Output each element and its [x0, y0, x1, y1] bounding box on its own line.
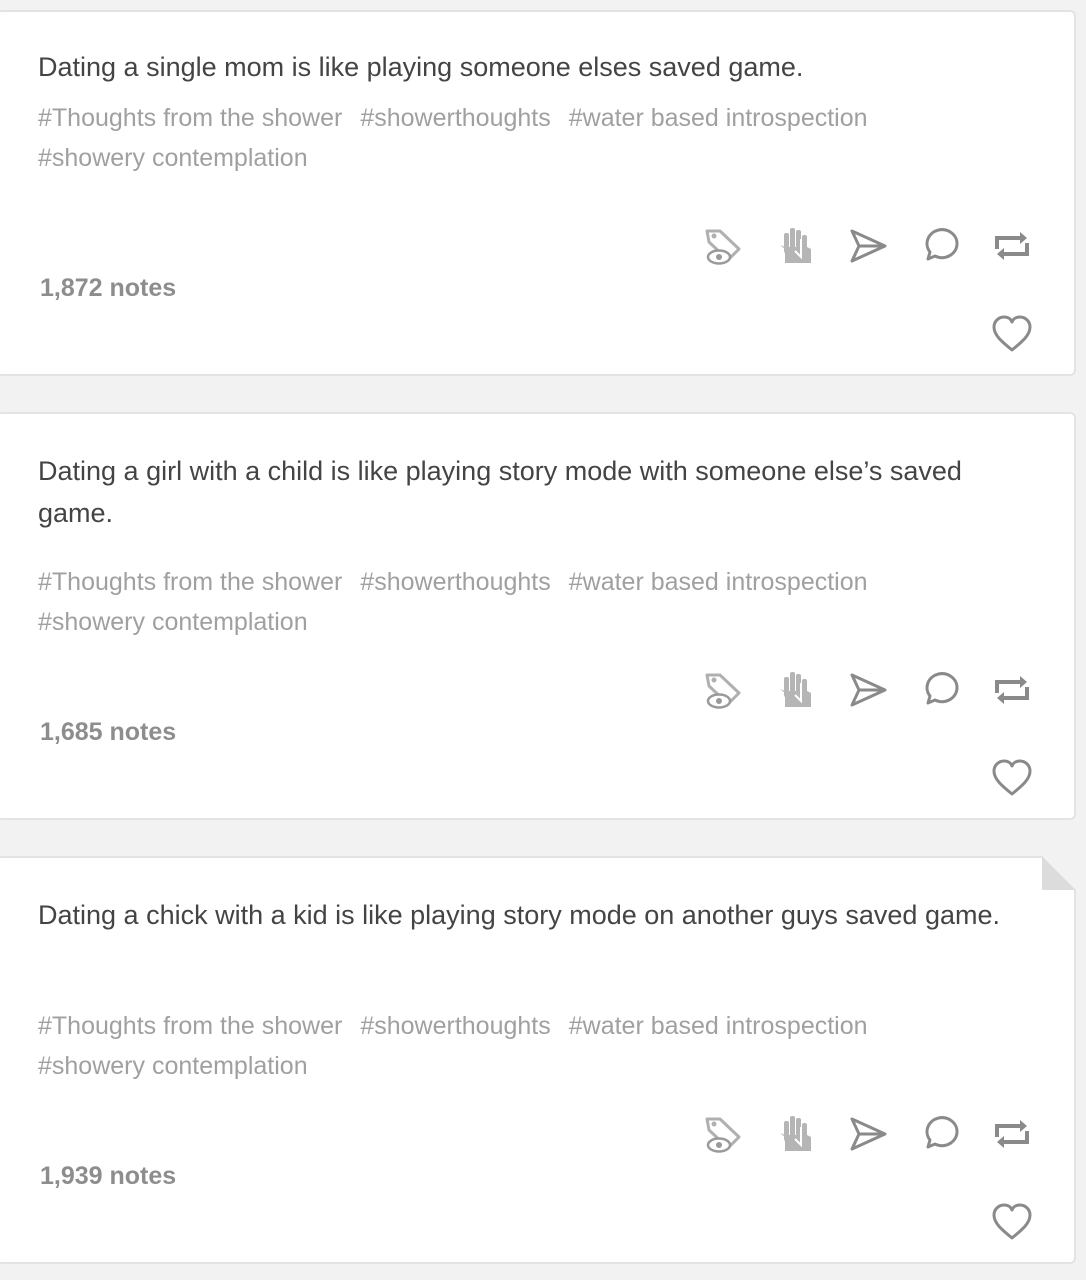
tag-eye-icon[interactable] — [702, 224, 746, 268]
post-text: Dating a chick with a kid is like playin… — [38, 900, 1000, 930]
hand-icon[interactable] — [774, 1112, 818, 1156]
tag-link[interactable]: #showery contemplation — [38, 602, 308, 642]
paper-plane-icon[interactable] — [846, 668, 890, 712]
post-card: Dating a chick with a kid is like playin… — [0, 856, 1076, 1264]
notes-count[interactable]: 1,939 notes — [40, 1162, 176, 1191]
speech-bubble-icon[interactable] — [918, 224, 962, 268]
paper-plane-icon[interactable] — [846, 1112, 890, 1156]
post-card: Dating a girl with a child is like playi… — [0, 412, 1076, 820]
post-tags: #Thoughts from the shower #showerthoughts… — [38, 1006, 1018, 1086]
post-actions — [674, 668, 1034, 712]
post-card: Dating a single mom is like playing some… — [0, 10, 1076, 376]
notes-count[interactable]: 1,685 notes — [40, 718, 176, 747]
tag-link[interactable]: #showerthoughts — [360, 562, 550, 602]
post-actions — [674, 224, 1034, 268]
tag-link[interactable]: #showery contemplation — [38, 138, 308, 178]
speech-bubble-icon[interactable] — [918, 668, 962, 712]
tag-link[interactable]: #water based introspection — [569, 562, 868, 602]
post-tags: #Thoughts from the shower #showerthoughts… — [38, 562, 1018, 642]
tag-eye-icon[interactable] — [702, 1112, 746, 1156]
reblog-icon[interactable] — [990, 224, 1034, 268]
speech-bubble-icon[interactable] — [918, 1112, 962, 1156]
post-text: Dating a girl with a child is like playi… — [38, 456, 962, 528]
paper-plane-icon[interactable] — [846, 224, 890, 268]
reblog-icon[interactable] — [990, 668, 1034, 712]
heart-icon[interactable] — [990, 1200, 1034, 1244]
tag-link[interactable]: #water based introspection — [569, 1006, 868, 1046]
tag-link[interactable]: #showery contemplation — [38, 1046, 308, 1086]
heart-icon[interactable] — [990, 756, 1034, 800]
tag-link[interactable]: #Thoughts from the shower — [38, 1006, 342, 1046]
tag-link[interactable]: #Thoughts from the shower — [38, 98, 342, 138]
tag-link[interactable]: #showerthoughts — [360, 1006, 550, 1046]
reblog-icon[interactable] — [990, 1112, 1034, 1156]
tag-link[interactable]: #showerthoughts — [360, 98, 550, 138]
tag-eye-icon[interactable] — [702, 668, 746, 712]
post-actions — [674, 1112, 1034, 1156]
hand-icon[interactable] — [774, 224, 818, 268]
post-tags: #Thoughts from the shower #showerthoughts… — [38, 98, 1018, 178]
tag-link[interactable]: #Thoughts from the shower — [38, 562, 342, 602]
hand-icon[interactable] — [774, 668, 818, 712]
heart-icon[interactable] — [990, 312, 1034, 356]
page-fold-icon — [1042, 856, 1076, 890]
notes-count[interactable]: 1,872 notes — [40, 274, 176, 303]
tag-link[interactable]: #water based introspection — [569, 98, 868, 138]
post-text: Dating a single mom is like playing some… — [38, 52, 804, 82]
